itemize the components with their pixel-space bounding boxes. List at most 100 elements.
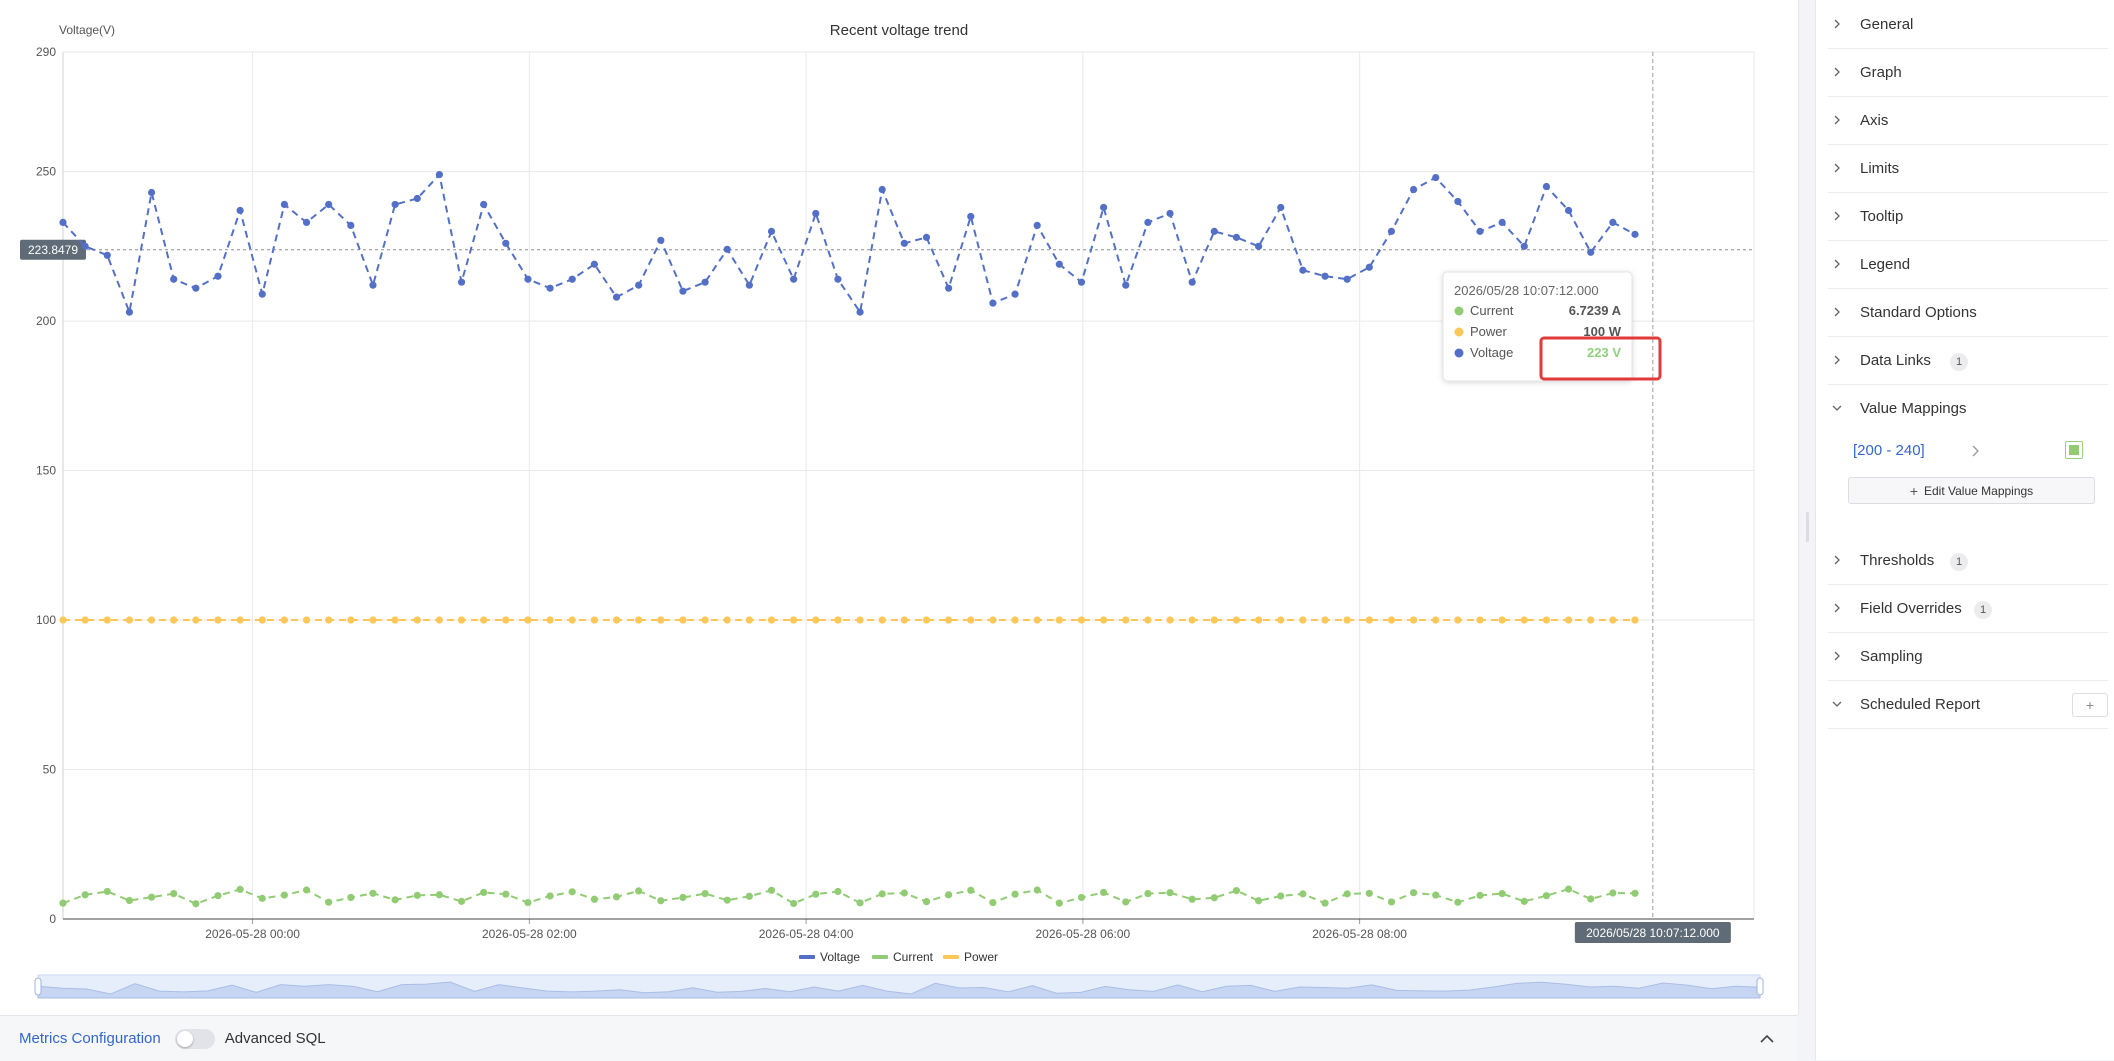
chevron-right-icon[interactable] (1971, 445, 1979, 457)
data-point (325, 200, 333, 209)
section-value-mappings[interactable]: Value Mappings (1828, 385, 2108, 432)
legend-swatch (872, 955, 888, 959)
section-sampling[interactable]: Sampling (1828, 633, 2108, 681)
swatch-fill (2069, 445, 2079, 455)
data-point (59, 616, 67, 624)
advanced-sql-label: Advanced SQL (224, 1030, 326, 1047)
data-point (524, 898, 532, 907)
panel-splitter[interactable] (1806, 512, 1809, 542)
section-limits[interactable]: Limits (1828, 145, 2108, 193)
chevron-right-icon (1834, 259, 1840, 269)
data-point (1343, 890, 1351, 898)
data-point (325, 616, 333, 624)
data-point (1343, 616, 1351, 624)
value-mapping-range[interactable]: [200 - 240] (1853, 442, 1925, 459)
data-point (147, 188, 156, 197)
tooltip-series-name: Voltage (1470, 345, 1513, 360)
data-point (1188, 616, 1196, 624)
data-point (967, 616, 975, 624)
data-point (103, 887, 111, 896)
tooltip-marker (1454, 306, 1464, 316)
data-point (967, 212, 975, 221)
section-title: Graph (1860, 64, 1902, 81)
data-point (1387, 227, 1396, 235)
settings-panel: [200 - 240] + Edit Value Mappings Genera… (1815, 0, 2114, 1060)
advanced-sql-toggle[interactable] (174, 1028, 215, 1049)
data-point (657, 616, 665, 624)
chevron-right-icon (1834, 651, 1840, 661)
value-mapping-row[interactable]: [200 - 240] (1853, 436, 2093, 466)
chevron-right-icon (1834, 555, 1840, 565)
section-field-overrides[interactable]: Field Overrides 1 (1828, 585, 2108, 633)
data-point (790, 275, 798, 283)
data-point (1033, 886, 1041, 894)
data-point (745, 892, 753, 900)
collapse-button[interactable] (1756, 1027, 1778, 1049)
section-tooltip[interactable]: Tooltip (1828, 193, 2108, 241)
data-point (81, 242, 89, 250)
data-point (812, 616, 820, 624)
section-thresholds[interactable]: Thresholds 1 (1828, 537, 2108, 585)
data-point (922, 616, 931, 624)
metrics-configuration-link[interactable]: Metrics Configuration (19, 1030, 161, 1047)
data-point (989, 299, 997, 307)
bottom-bar: Metrics Configuration Advanced SQL (0, 1015, 1798, 1061)
section-title: Tooltip (1860, 208, 1904, 225)
data-point (480, 888, 488, 896)
data-point (612, 893, 621, 901)
data-zoom-slider[interactable] (34, 974, 1764, 999)
data-point (1210, 616, 1218, 624)
data-point (147, 893, 156, 901)
data-point (369, 616, 377, 624)
data-point (1409, 616, 1418, 624)
data-point (1055, 899, 1063, 907)
data-point (657, 897, 665, 905)
data-point (369, 889, 377, 897)
zoom-handle-right[interactable] (1756, 977, 1764, 996)
data-point (1498, 218, 1506, 227)
data-point (546, 616, 554, 624)
zoom-handle-left[interactable] (34, 977, 42, 996)
data-point (1100, 616, 1108, 624)
data-point (1144, 616, 1152, 624)
section-title: Axis (1860, 112, 1889, 129)
series-line (62, 888, 1636, 905)
data-point (1188, 278, 1196, 286)
section-scheduled-report[interactable]: Scheduled Report + (1828, 681, 2108, 729)
data-point (989, 616, 997, 624)
data-point (1144, 889, 1152, 898)
data-point (258, 290, 266, 298)
data-point (723, 896, 731, 904)
section-legend[interactable]: Legend (1828, 241, 2108, 289)
add-scheduled-report-button[interactable]: + (2072, 693, 2108, 717)
legend-label: Current (893, 950, 934, 964)
data-point (524, 275, 532, 283)
edit-value-mappings-button[interactable]: + Edit Value Mappings (1848, 477, 2095, 504)
data-point (1631, 616, 1639, 624)
series-current (59, 885, 1639, 908)
data-point (856, 308, 864, 316)
x-tick-label: 2026-05-28 02:00 (482, 927, 577, 941)
data-point (1587, 616, 1595, 624)
section-standard-options[interactable]: Standard Options (1828, 289, 2108, 337)
data-point (679, 616, 687, 624)
data-point (236, 206, 244, 215)
data-point (347, 893, 355, 902)
legend-label: Power (964, 950, 998, 964)
section-axis[interactable]: Axis (1828, 97, 2108, 145)
section-general[interactable]: General (1828, 1, 2108, 49)
data-point (1476, 616, 1484, 624)
data-point (369, 281, 377, 289)
value-mapping-color-swatch[interactable] (2065, 441, 2083, 459)
data-point (657, 236, 665, 244)
section-graph[interactable]: Graph (1828, 49, 2108, 97)
chevron-right-icon (1834, 67, 1840, 77)
y-tick-label: 150 (36, 464, 56, 478)
data-point (1033, 616, 1041, 624)
data-point (568, 616, 576, 624)
section-title: Field Overrides (1860, 600, 1962, 617)
section-data-links[interactable]: Data Links 1 (1828, 337, 2108, 385)
data-point (856, 899, 864, 907)
data-point (1587, 895, 1595, 903)
data-point (1255, 242, 1263, 250)
